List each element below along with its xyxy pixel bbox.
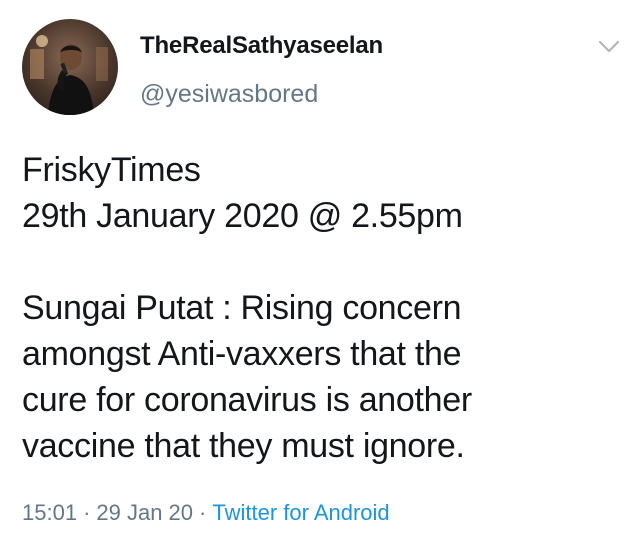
display-name[interactable]: TheRealSathyaseelan: [140, 32, 383, 60]
tweet-source-link[interactable]: Twitter for Android: [212, 500, 389, 525]
tweet-time[interactable]: 15:01: [22, 500, 77, 525]
tweet-meta: 15:01 · 29 Jan 20 · Twitter for Android: [22, 500, 390, 526]
user-handle[interactable]: @yesiwasbored: [140, 80, 318, 109]
meta-separator: ·: [199, 500, 207, 525]
tweet-date[interactable]: 29 Jan 20: [96, 500, 193, 525]
avatar[interactable]: [22, 19, 118, 115]
tweet-card: TheRealSathyaseelan @yesiwasbored Frisky…: [0, 0, 640, 550]
chevron-down-icon[interactable]: [597, 38, 621, 56]
user-avatar-photo-icon: [22, 19, 118, 115]
meta-separator: ·: [83, 500, 91, 525]
tweet-text: FriskyTimes 29th January 2020 @ 2.55pm S…: [22, 151, 472, 465]
